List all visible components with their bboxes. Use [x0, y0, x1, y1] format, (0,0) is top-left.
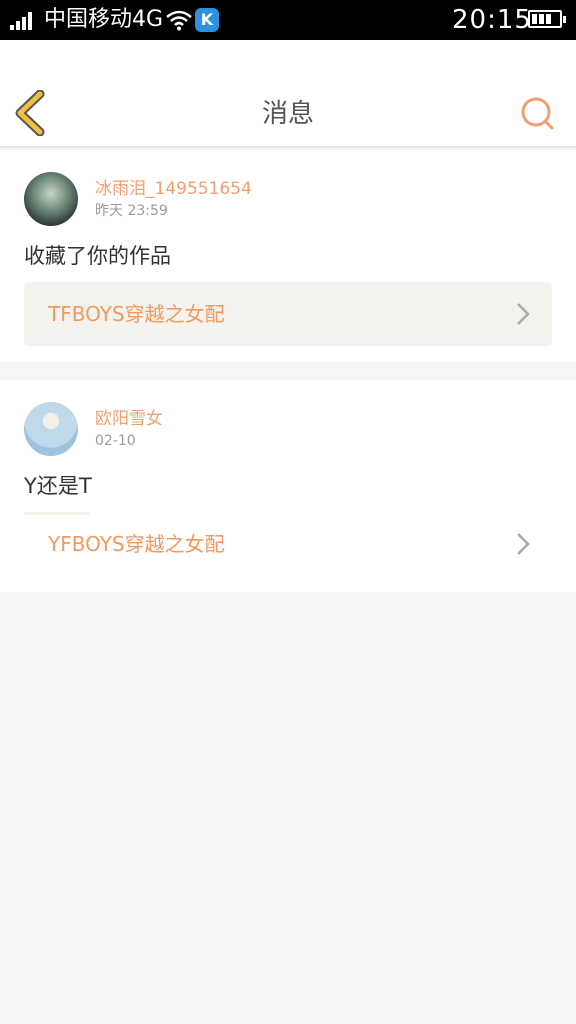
timestamp: 昨天 23:59 — [95, 203, 168, 219]
username[interactable]: 冰雨泪_149551654 — [95, 178, 252, 200]
signal-icon — [10, 12, 36, 30]
page-title: 消息 — [261, 99, 314, 129]
status-bar: 中国移动4G K 20:15 — [0, 0, 576, 40]
work-title: TFBOYS穿越之女配 — [48, 302, 225, 326]
message-text: 收藏了你的作品 — [24, 244, 171, 268]
chevron-right-icon — [517, 303, 530, 325]
work-link[interactable]: TFBOYS穿越之女配 — [24, 282, 552, 346]
timestamp: 02-10 — [95, 433, 136, 449]
username[interactable]: 欧阳雪女 — [95, 408, 163, 430]
search-icon[interactable] — [518, 94, 558, 134]
chevron-right-icon — [517, 533, 530, 555]
work-title: YFBOYS穿越之女配 — [48, 532, 225, 556]
work-link[interactable]: YFBOYS穿越之女配 — [24, 512, 552, 576]
message-text: Y还是T — [24, 474, 92, 498]
battery-icon — [528, 10, 566, 28]
wifi-icon — [166, 10, 192, 31]
app-notification-icon: K — [195, 8, 219, 32]
message-card: 欧阳雪女 02-10 Y还是T YFBOYS穿越之女配 — [0, 380, 576, 592]
nav-bar: 消息 — [0, 40, 576, 148]
message-card: 冰雨泪_149551654 昨天 23:59 收藏了你的作品 TFBOYS穿越之… — [0, 150, 576, 362]
avatar[interactable] — [24, 402, 78, 456]
avatar[interactable] — [24, 172, 78, 226]
clock: 20:15 — [452, 5, 532, 35]
carrier-label: 中国移动4G — [44, 7, 164, 32]
